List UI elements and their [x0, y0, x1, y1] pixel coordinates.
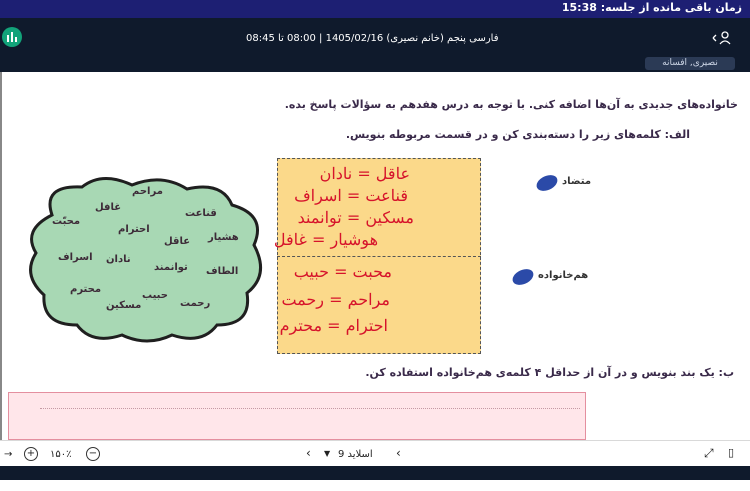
taskbar [0, 466, 750, 480]
zoom-level: ۱۵۰٪ [50, 449, 72, 460]
previous-slide-icon[interactable]: ‹ [306, 446, 311, 460]
presenter-name[interactable]: نصیری, افسانه [645, 57, 735, 70]
next-slide-icon[interactable]: ‹ [396, 446, 401, 460]
cloud-word: محترم [70, 284, 102, 295]
slide-edge [0, 72, 2, 440]
chevron-down-icon[interactable]: ▼ [324, 449, 330, 458]
arrow-right-icon[interactable]: → [4, 449, 12, 460]
slide-selector[interactable]: اسلاید 9 [338, 449, 373, 460]
cloud-word: مسکین [106, 300, 142, 311]
user-menu-button[interactable] [710, 30, 732, 46]
stats-button[interactable] [2, 27, 22, 47]
bar-chart-icon [7, 32, 17, 42]
bottom-toolbar [0, 440, 750, 467]
fullscreen-icon[interactable]: ▯ [728, 446, 734, 459]
session-timer: زمان باقی مانده از جلسه: 15:38 [561, 1, 742, 14]
user-icon [712, 31, 731, 45]
zoom-out-icon[interactable]: − [86, 447, 100, 461]
cloud-word: اسراف [58, 252, 93, 263]
zoom-in-icon[interactable]: + [24, 447, 38, 461]
expand-icon[interactable]: ⤢ [704, 446, 714, 461]
cloud-word: محبّت [52, 216, 81, 227]
